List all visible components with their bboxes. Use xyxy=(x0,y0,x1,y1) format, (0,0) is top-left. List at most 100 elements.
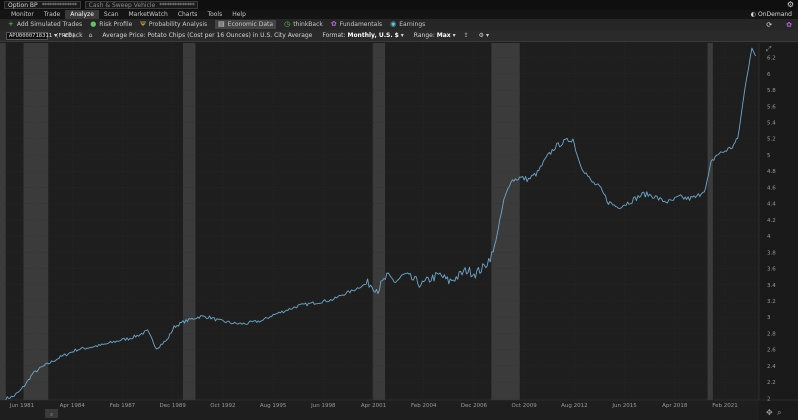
zoom-icon[interactable]: ⌕ xyxy=(777,408,781,417)
format-label: Format: xyxy=(322,32,346,39)
symbol-stepper[interactable]: ▾ xyxy=(54,32,57,39)
back-button[interactable]: ◂ Back xyxy=(63,32,83,39)
menu-trade[interactable]: Trade xyxy=(39,10,65,19)
recession-band-0 xyxy=(0,43,6,400)
add-simulated-trades-label: Add Simulated Trades xyxy=(16,21,83,28)
expand-handle[interactable]: ⌅ xyxy=(45,409,58,418)
expand-icon: ⌅ xyxy=(49,412,54,418)
y-tick-label: 5.4 xyxy=(767,121,776,127)
recession-band-3 xyxy=(372,43,386,400)
pan-icon[interactable]: ✥ xyxy=(766,408,773,417)
menu-marketwatch[interactable]: MarketWatch xyxy=(124,10,173,19)
earnings-icon: ◉ xyxy=(390,20,397,28)
expand-axis-icon[interactable]: ⤢ xyxy=(766,45,772,53)
risk-profile-tab[interactable]: ● Risk Profile xyxy=(90,20,132,29)
y-tick-label: 2.2 xyxy=(767,380,776,386)
menu-monitor[interactable]: Monitor xyxy=(6,10,39,19)
cash-sweep-value: ************** xyxy=(159,1,195,9)
study-title: Average Price: Potato Chips (Cost per 16… xyxy=(102,32,313,39)
y-tick-label: 4.2 xyxy=(767,218,776,224)
refresh-icon[interactable]: ⟳ xyxy=(766,21,772,29)
chevron-down-icon: ▾ xyxy=(400,32,404,39)
toolbar-right-icons: ⟳ ✿ xyxy=(766,21,792,29)
fundamentals-icon: ✿ xyxy=(330,20,337,28)
recession-band-4 xyxy=(491,43,520,400)
y-tick-label: 2.8 xyxy=(767,331,776,337)
menu-tools[interactable]: Tools xyxy=(202,10,227,19)
format-selector[interactable]: Format: Monthly, U.S. $ ▾ xyxy=(322,32,403,39)
menu-analyze[interactable]: Analyze xyxy=(65,10,99,19)
x-tick-label: Dec 2006 xyxy=(461,403,488,409)
y-tick-label: 4 xyxy=(767,234,771,240)
range-selector[interactable]: Range: Max ▾ xyxy=(414,32,456,39)
recession-band-2 xyxy=(183,43,196,400)
y-tick-label: 6 xyxy=(767,72,771,78)
chevron-down-icon: ▾ xyxy=(54,32,58,39)
chevron-left-icon: ◂ xyxy=(63,32,67,39)
y-tick-label: 2.6 xyxy=(767,348,776,354)
share-icon: ⇪ xyxy=(463,32,469,39)
earnings-tab[interactable]: ◉ Earnings xyxy=(390,20,425,29)
probability-analysis-label: Probability Analysis xyxy=(148,21,208,28)
thinkback-tab[interactable]: ◷ thinkBack xyxy=(284,20,323,29)
economic-data-icon: ▤ xyxy=(218,20,225,28)
gear-icon[interactable]: ⚙ xyxy=(787,1,794,9)
home-icon: ⌂ xyxy=(88,32,93,39)
x-tick-label: Oct 1992 xyxy=(210,403,235,409)
x-tick-label: Apr 2018 xyxy=(662,403,688,409)
y-tick-label: 5 xyxy=(767,153,771,159)
y-tick-label: 3.6 xyxy=(767,267,776,273)
format-value: Monthly, U.S. $ xyxy=(347,32,399,39)
menu-scan[interactable]: Scan xyxy=(99,10,124,19)
x-tick-label: Aug 2012 xyxy=(561,403,588,409)
gear-icon: ⚙ xyxy=(478,32,485,39)
ondemand-label: OnDemand xyxy=(758,11,792,18)
chart-background xyxy=(0,43,798,420)
y-tick-label: 6.2 xyxy=(767,56,776,62)
x-tick-label: Dec 1989 xyxy=(159,403,186,409)
settings-button[interactable]: ⚙ ▾ xyxy=(479,32,489,39)
recession-band-1 xyxy=(23,43,49,400)
y-tick-label: 4.4 xyxy=(767,202,776,208)
back-label: Back xyxy=(68,32,83,39)
symbol-input[interactable]: APU0000718311 (FRED) xyxy=(6,31,75,40)
economic-chart[interactable]: 2 2.2 2.4 2.6 2.8 3 3.2 3.4 3.6 3.8 4 4.2 4.4 4.6 4.8 5… xyxy=(0,43,798,420)
earnings-label: Earnings xyxy=(399,21,426,28)
cash-sweep-field[interactable]: Cash & Sweep Vehicle ************** xyxy=(84,1,199,9)
home-button[interactable]: ⌂ xyxy=(89,32,93,39)
menu-charts[interactable]: Charts xyxy=(173,10,203,19)
y-tick-label: 4.8 xyxy=(767,169,776,175)
option-bp-field[interactable]: Option BP ************** xyxy=(4,1,81,9)
ondemand-button[interactable]: ◐ OnDemand xyxy=(751,10,792,19)
chevron-down-icon: ▾ xyxy=(486,32,490,39)
analyze-toolbar: + Add Simulated Trades ● Risk Profile Ψ … xyxy=(0,19,798,30)
y-tick-label: 2 xyxy=(767,396,771,402)
y-tick-label: 5.6 xyxy=(767,104,776,110)
probability-icon: Ψ xyxy=(140,20,146,28)
y-tick-label: 3.2 xyxy=(767,299,776,305)
range-label: Range: xyxy=(413,32,435,39)
chart-svg[interactable]: 2 2.2 2.4 2.6 2.8 3 3.2 3.4 3.6 3.8 4 4.2 4.4 4.6 4.8 5… xyxy=(0,43,798,420)
x-tick-label: Jun 2015 xyxy=(611,403,637,409)
fundamentals-tab[interactable]: ✿ Fundamentals xyxy=(331,20,382,29)
thinkback-label: thinkBack xyxy=(293,21,323,28)
y-tick-label: 2.4 xyxy=(767,364,776,370)
y-tick-label: 3 xyxy=(767,315,771,321)
y-tick-label: 3.8 xyxy=(767,250,776,256)
share-icon[interactable]: ✿ xyxy=(786,21,792,29)
probability-analysis-tab[interactable]: Ψ Probability Analysis xyxy=(140,20,207,29)
x-tick-label: Feb 1987 xyxy=(110,403,136,409)
y-tick-label: 5.8 xyxy=(767,88,776,94)
chevron-down-icon: ▾ xyxy=(452,32,456,39)
recession-band-5 xyxy=(707,43,713,400)
account-bar: Option BP ************** Cash & Sweep Ve… xyxy=(0,0,798,10)
economic-data-tab[interactable]: ▤ Economic Data xyxy=(215,20,277,29)
add-simulated-trades-tab[interactable]: + Add Simulated Trades xyxy=(8,20,82,29)
economic-data-nav: APU0000718311 (FRED) ▾ ◂ Back ⌂ Average … xyxy=(0,30,798,42)
share-button[interactable]: ⇪ xyxy=(464,32,469,39)
ondemand-icon: ◐ xyxy=(750,11,757,18)
x-tick-labels: Jun 1981 Apr 1984 Feb 1987 Dec 1989 Oct 1992… xyxy=(9,403,738,409)
option-bp-label: Option BP xyxy=(8,1,38,9)
x-tick-label: Jun 1998 xyxy=(310,403,336,409)
menu-help[interactable]: Help xyxy=(227,10,251,19)
